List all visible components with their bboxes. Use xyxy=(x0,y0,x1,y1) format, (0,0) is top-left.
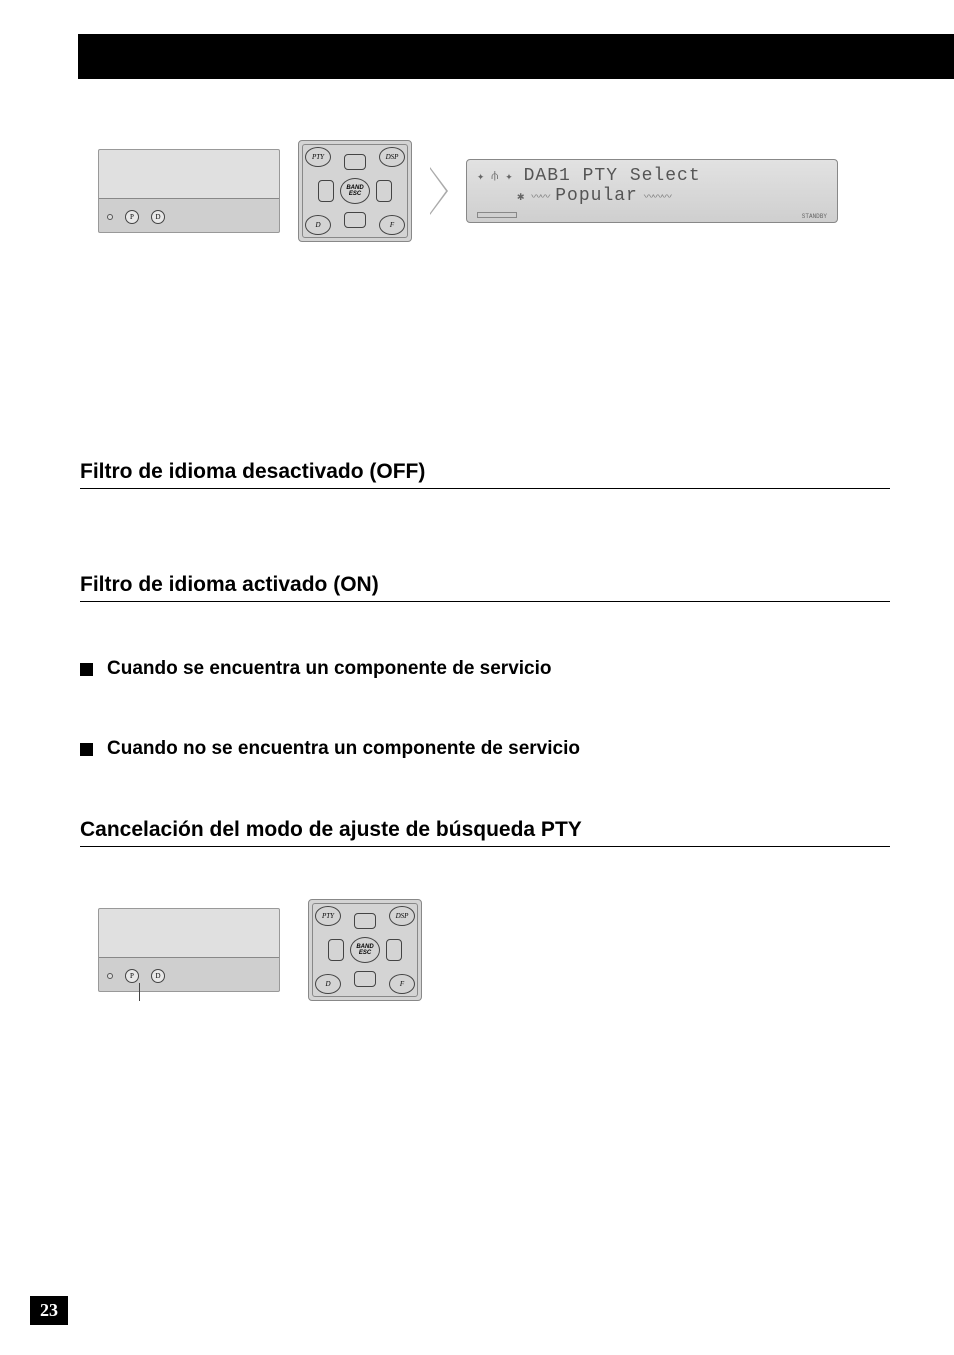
lcd-progress-bar xyxy=(477,212,517,218)
callout-line-icon xyxy=(139,983,140,1001)
heading-filter-off: Filtro de idioma desactivado (OFF) xyxy=(80,460,890,489)
square-bullet-icon xyxy=(80,663,93,676)
header-bar xyxy=(78,34,954,79)
indicator-dot xyxy=(107,214,113,220)
remote-dpad: BAND ESC xyxy=(330,915,400,985)
hero-illustration-row: P D PTY DSP D F BAND ESC ✦ ⫛ ✦ DAB1 PTY … xyxy=(98,140,838,242)
remote-btn-band-esc: BAND ESC xyxy=(350,937,380,963)
bullet-found: Cuando se encuentra un componente de ser… xyxy=(80,658,890,680)
panel-button-d: D xyxy=(151,969,165,983)
dpad-right-icon xyxy=(376,180,392,202)
lcd-standby-label: STANDBY xyxy=(802,213,827,220)
square-bullet-icon xyxy=(80,743,93,756)
dpad-down-icon xyxy=(344,212,366,228)
dpad-right-icon xyxy=(386,939,402,961)
heading-filter-on: Filtro de idioma activado (ON) xyxy=(80,573,890,602)
heading-cancel-mode: Cancelación del modo de ajuste de búsque… xyxy=(80,818,890,847)
dpad-down-icon xyxy=(354,971,376,987)
snowflake-icon: ✱ xyxy=(517,189,525,204)
panel-button-p: P xyxy=(125,210,139,224)
indicator-dot xyxy=(107,973,113,979)
panel-button-d: D xyxy=(151,210,165,224)
remote-dpad: BAND ESC xyxy=(320,156,390,226)
arrow-right-icon xyxy=(430,167,448,215)
bullet-not-found-text: Cuando no se encuentra un componente de … xyxy=(107,738,580,760)
lcd-display: ✦ ⫛ ✦ DAB1 PTY Select ✱ 〰〰 Popular 〰〰〰 S… xyxy=(466,159,838,223)
dpad-up-icon xyxy=(354,913,376,929)
front-panel-illustration-2: P D xyxy=(98,908,280,992)
main-content: Filtro de idioma desactivado (OFF) Filtr… xyxy=(80,460,890,1001)
remote-illustration: PTY DSP D F BAND ESC xyxy=(298,140,412,242)
secondary-illustration-row: P D PTY DSP D F BAND ESC xyxy=(98,899,890,1001)
lcd-line1: DAB1 PTY Select xyxy=(524,166,701,186)
dpad-left-icon xyxy=(318,180,334,202)
bullet-not-found: Cuando no se encuentra un componente de … xyxy=(80,738,890,760)
lcd-line2: Popular xyxy=(555,186,638,206)
panel-button-p: P xyxy=(125,969,139,983)
page-number: 23 xyxy=(30,1296,68,1325)
signal-icon: ✦ xyxy=(477,169,485,184)
antenna-icon: ⫛ xyxy=(491,169,499,183)
dpad-up-icon xyxy=(344,154,366,170)
remote-illustration-2: PTY DSP D F BAND ESC xyxy=(308,899,422,1001)
bullet-found-text: Cuando se encuentra un componente de ser… xyxy=(107,658,552,680)
front-panel-illustration: P D xyxy=(98,149,280,233)
dpad-left-icon xyxy=(328,939,344,961)
remote-btn-band-esc: BAND ESC xyxy=(340,178,370,204)
signal-icon-2: ✦ xyxy=(505,169,513,184)
